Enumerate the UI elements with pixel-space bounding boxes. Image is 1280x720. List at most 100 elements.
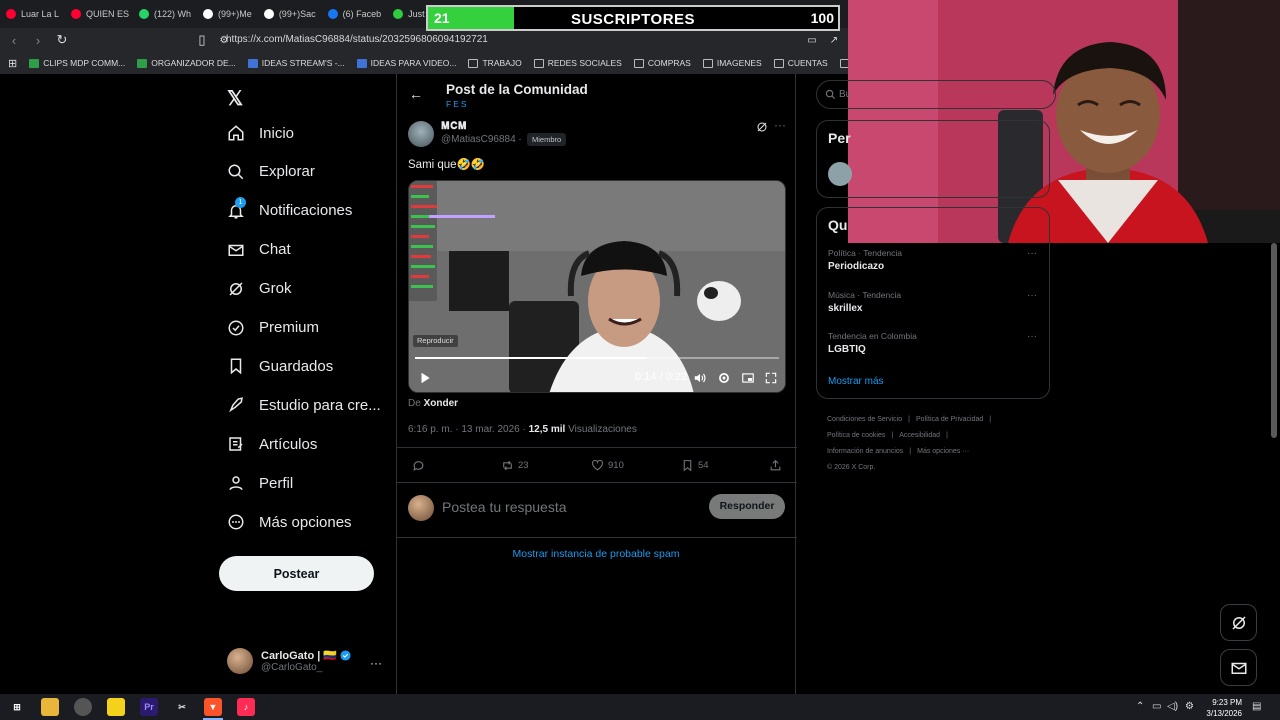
bookmark-item[interactable]: IMAGENES: [702, 58, 762, 68]
trend-more-icon[interactable]: ···: [1027, 290, 1037, 301]
bookmark-page-icon[interactable]: ▯: [192, 32, 212, 48]
volume-icon[interactable]: [693, 371, 707, 385]
x-logo[interactable]: 𝕏: [227, 86, 243, 111]
bookmark-item[interactable]: REDES SOCIALES: [533, 58, 622, 68]
share-icon[interactable]: ↗: [824, 35, 844, 46]
browser-tab[interactable]: (99+)Sac: [258, 0, 322, 28]
search-box[interactable]: Bu: [816, 80, 1056, 109]
pip-icon[interactable]: [741, 371, 755, 385]
author-avatar[interactable]: [408, 121, 434, 147]
apps-icon[interactable]: ⊞: [8, 57, 17, 70]
sidebar-item-notificaciones[interactable]: 1 Notificaciones: [227, 196, 352, 220]
footer-link[interactable]: Política de Privacidad: [916, 416, 983, 423]
sticky-notes-icon[interactable]: [107, 698, 125, 716]
fullscreen-icon[interactable]: [764, 371, 778, 385]
author-handle[interactable]: @MatiasC96884 ·: [441, 134, 522, 145]
trend-more-icon[interactable]: ···: [1027, 248, 1037, 259]
settings-gear-icon[interactable]: [717, 371, 731, 385]
trend-item[interactable]: Música · Tendencia skrillex ···: [828, 290, 1043, 314]
footer-link[interactable]: Información de anuncios: [827, 448, 903, 455]
sidebar-item-art-culos[interactable]: Artículos: [227, 435, 317, 453]
sidebar-item-guardados[interactable]: Guardados: [227, 357, 333, 375]
account-switcher[interactable]: CarloGato | 🇨🇴 @CarloGato_: [227, 648, 351, 674]
sidebar-item-chat[interactable]: Chat: [227, 241, 291, 259]
sidebar-item-perfil[interactable]: Perfil: [227, 474, 293, 492]
footer-link[interactable]: Política de cookies: [827, 432, 885, 439]
bookmark-item[interactable]: TRABAJO: [468, 58, 522, 68]
video-player[interactable]: Reproducir 0:14 / 0:22: [408, 180, 786, 393]
file-explorer-icon[interactable]: [41, 698, 59, 716]
volume-tray-icon[interactable]: ◁): [1167, 701, 1178, 712]
trend-item[interactable]: Tendencia en Colombia LGBTIQ ···: [828, 331, 1043, 355]
reply-input[interactable]: Postea tu respuesta: [442, 499, 567, 515]
bookmark-item[interactable]: IA: [839, 58, 848, 68]
browser-tab[interactable]: Luar La L: [0, 0, 65, 28]
sidebar-item-explorar[interactable]: Explorar: [227, 163, 315, 181]
community-card-avatar[interactable]: [828, 162, 852, 186]
show-more-link[interactable]: Mostrar más: [828, 376, 884, 387]
back-arrow-icon[interactable]: ←: [409, 86, 423, 102]
share-action[interactable]: [769, 459, 782, 472]
post-timestamp[interactable]: 6:16 p. m. · 13 mar. 2026 ·: [408, 424, 526, 435]
grok-fab[interactable]: [1220, 604, 1257, 641]
browser-tab[interactable]: (122) Wh: [133, 0, 197, 28]
attribution-user[interactable]: Xonder: [424, 398, 458, 409]
trend-item[interactable]: Política · Tendencia Periodicazo ···: [828, 248, 1043, 272]
sidebar-item-estudio-para-cre[interactable]: Estudio para cre...: [227, 396, 381, 414]
author-name[interactable]: 𝐌𝐂𝐌: [441, 121, 467, 132]
footer-link[interactable]: Accesibilidad: [899, 432, 940, 439]
forward-nav-icon[interactable]: ›: [28, 33, 48, 48]
play-icon[interactable]: [418, 371, 432, 385]
reply-button[interactable]: Responder: [709, 494, 785, 519]
trend-more-icon[interactable]: ···: [1027, 331, 1037, 342]
bookmark-action[interactable]: 54: [681, 459, 709, 472]
grok-icon[interactable]: [756, 121, 768, 133]
settings-tray-icon[interactable]: ⚙: [1185, 701, 1194, 712]
account-more-icon[interactable]: ···: [370, 656, 382, 670]
footer-link[interactable]: © 2026 X Corp.: [827, 464, 875, 471]
browser-tab[interactable]: (99+)Me: [197, 0, 258, 28]
obs-icon[interactable]: [74, 698, 92, 716]
footer-link[interactable]: Más opciones ···: [917, 448, 969, 455]
tray-chevron-icon[interactable]: ⌃: [1136, 701, 1144, 712]
clock[interactable]: 9:23 PM 3/13/2026: [1198, 697, 1242, 719]
bookmark-item[interactable]: CUENTAS: [773, 58, 828, 68]
show-spam-link[interactable]: Mostrar instancia de probable spam: [397, 548, 795, 560]
trend-category: Música · Tendencia: [828, 289, 902, 300]
bookmark-item[interactable]: ORGANIZADOR DE...: [137, 58, 236, 68]
cast-icon[interactable]: ▭: [802, 35, 822, 46]
windows-start-icon[interactable]: ⊞: [8, 698, 26, 716]
tiktok-icon[interactable]: ♪: [237, 698, 255, 716]
back-nav-icon[interactable]: ‹: [4, 33, 24, 48]
brave-browser-icon[interactable]: ▼: [204, 698, 222, 716]
post-button[interactable]: Postear: [219, 556, 374, 591]
premiere-icon[interactable]: Pr: [140, 698, 158, 716]
sidebar-item-label: Estudio para cre...: [259, 396, 381, 414]
post-more-icon[interactable]: ···: [774, 118, 786, 132]
sidebar-item-inicio[interactable]: Inicio: [227, 124, 294, 142]
browser-tab[interactable]: Just: [387, 0, 431, 28]
network-icon[interactable]: ▭: [1152, 701, 1161, 712]
video-time: 0:14 / 0:22: [635, 371, 687, 383]
bookmark-item[interactable]: CLIPS MDP COMM...: [29, 58, 125, 68]
url-text[interactable]: https://x.com/MatiasC96884/status/203259…: [226, 34, 488, 45]
reload-icon[interactable]: ↻: [52, 32, 72, 48]
capcut-icon[interactable]: ✂: [173, 698, 191, 716]
video-progress-bar[interactable]: [415, 357, 779, 359]
sidebar-item-grok[interactable]: Grok: [227, 280, 292, 298]
repost-action[interactable]: 23: [501, 459, 529, 472]
sidebar-item-premium[interactable]: Premium: [227, 319, 319, 337]
browser-tab[interactable]: QUIEN ES: [65, 0, 133, 28]
footer-link[interactable]: Condiciones de Servicio: [827, 416, 902, 423]
community-name[interactable]: FES: [446, 99, 469, 109]
reply-action[interactable]: [412, 459, 425, 472]
notifications-tray-icon[interactable]: ▤: [1252, 701, 1261, 712]
sidebar-item-m-s-opciones[interactable]: Más opciones: [227, 513, 352, 531]
bookmark-item[interactable]: COMPRAS: [633, 58, 691, 68]
page-scrollbar[interactable]: [1271, 243, 1277, 438]
bookmark-item[interactable]: IDEAS STREAM'S -...: [247, 58, 345, 68]
like-action[interactable]: 910: [591, 459, 624, 472]
browser-tab[interactable]: (6) Faceb: [322, 0, 388, 28]
messages-fab[interactable]: [1220, 649, 1257, 686]
bookmark-item[interactable]: IDEAS PARA VIDEO...: [356, 58, 456, 68]
